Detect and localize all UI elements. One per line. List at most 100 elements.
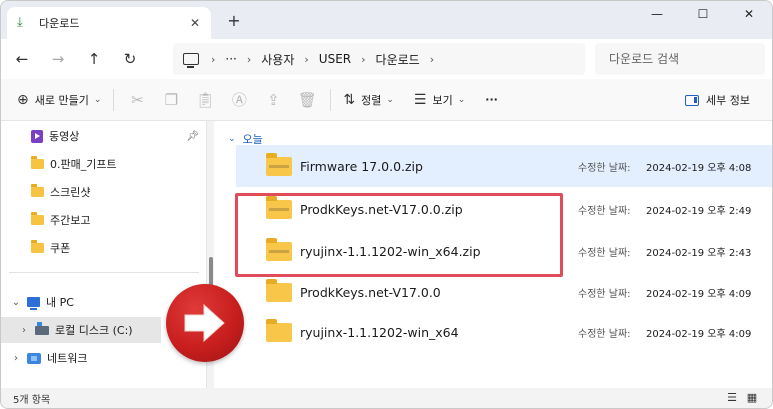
new-tab-button[interactable]: + — [223, 10, 245, 32]
breadcrumb-downloads[interactable]: 다운로드 — [376, 51, 420, 68]
chevron-down-icon: ⌄ — [457, 94, 466, 105]
plus-circle-icon: ⊕ — [17, 91, 29, 108]
tab-downloads[interactable]: ⤓ 다운로드 ✕ — [7, 7, 211, 39]
tab-label: 다운로드 — [39, 17, 80, 30]
back-button[interactable]: ← — [7, 44, 37, 74]
sidebar-item-local-disk[interactable]: › 로컬 디스크 (C:) — [1, 317, 161, 343]
modified-label: 수정한 날짜: — [578, 328, 631, 340]
sidebar-item-label: 네트워크 — [47, 352, 88, 365]
cut-icon[interactable]: ✂ — [120, 85, 154, 115]
chevron-right-icon: › — [304, 52, 309, 66]
folder-icon — [31, 240, 44, 253]
file-name: ProdkKeys.net-V17.0.0.zip — [300, 201, 463, 217]
sidebar-item-label: 동영상 — [49, 130, 80, 143]
sidebar-item-screenshots[interactable]: 스크린샷 — [1, 179, 201, 205]
modified-label: 수정한 날짜: — [578, 288, 631, 300]
navigation-bar: ← → ↑ ↻ › ··· › 사용자 › USER › 다운로드 › 다운로드… — [1, 39, 772, 79]
sidebar-item-label: 내 PC — [46, 296, 74, 309]
drive-icon — [35, 321, 49, 335]
file-row[interactable]: ryujinx-1.1.1202-win_x64.zip 수정한 날짜: 202… — [236, 230, 772, 272]
network-icon — [27, 352, 41, 364]
chevron-right-icon[interactable]: › — [9, 353, 23, 364]
search-input[interactable]: 다운로드 검색 — [595, 43, 765, 75]
up-button[interactable]: ↑ — [79, 44, 109, 74]
maximize-button[interactable]: ☐ — [680, 1, 726, 27]
pc-icon — [27, 297, 40, 310]
file-row[interactable]: ProdkKeys.net-V17.0.0.zip 수정한 날짜: 2024-0… — [236, 188, 772, 230]
paste-icon[interactable]: 📋︎ — [188, 85, 222, 115]
divider — [113, 88, 115, 111]
sidebar-item-label: 주간보고 — [50, 214, 91, 227]
file-name: ryujinx-1.1.1202-win_x64 — [300, 324, 459, 340]
refresh-button[interactable]: ↻ — [115, 44, 145, 74]
chevron-down-icon: ⌄ — [228, 134, 236, 144]
chevron-right-icon[interactable]: › — [17, 325, 31, 336]
sidebar-item-weekly-report[interactable]: 주간보고 — [1, 207, 201, 233]
file-name: Firmware 17.0.0.zip — [300, 158, 423, 174]
modified-label: 수정한 날짜: — [578, 205, 631, 217]
zip-folder-icon — [266, 152, 292, 176]
breadcrumb-user[interactable]: USER — [319, 52, 351, 66]
close-window-button[interactable]: ✕ — [726, 1, 772, 27]
new-button-label: 새로 만들기 — [34, 93, 89, 107]
chevron-down-icon: ⌄ — [93, 94, 102, 105]
explorer-window: ⤓ 다운로드 ✕ + — ☐ ✕ ← → ↑ ↻ › ··· › 사용자 › U… — [0, 0, 773, 409]
folder-icon — [266, 278, 292, 302]
folder-icon — [266, 318, 292, 342]
sort-icon: ⇅ — [343, 91, 356, 108]
tab-close-icon[interactable]: ✕ — [185, 13, 205, 33]
tiles-view-icon[interactable]: ▦ — [742, 391, 762, 405]
download-icon: ⤓ — [17, 15, 23, 30]
title-bar: ⤓ 다운로드 ✕ + — ☐ ✕ — [1, 1, 772, 39]
rename-icon[interactable]: Ⓐ — [222, 85, 256, 115]
breadcrumb-users[interactable]: 사용자 — [261, 51, 294, 68]
delete-icon[interactable]: 🗑︎ — [290, 85, 324, 115]
chevron-right-icon[interactable]: › — [430, 53, 434, 66]
breadcrumb-more[interactable]: ··· — [225, 52, 236, 66]
folder-icon — [31, 212, 44, 225]
divider — [9, 272, 199, 273]
new-button[interactable]: ⊕ 새로 만들기 ⌄ — [11, 85, 107, 115]
chevron-right-icon: › — [246, 52, 252, 66]
more-options-button[interactable]: ··· — [479, 85, 504, 115]
file-row[interactable]: Firmware 17.0.0.zip 수정한 날짜: 2024-02-19 오… — [236, 145, 772, 187]
chevron-right-icon: › — [211, 52, 216, 66]
chevron-right-icon: › — [361, 52, 366, 66]
pin-icon[interactable]: 📌︎ — [186, 131, 199, 142]
chevron-down-icon: ⌄ — [386, 94, 394, 105]
sidebar-item-videos[interactable]: 동영상 📌︎ — [1, 123, 201, 149]
file-list: ⌄ 오늘 Firmware 17.0.0.zip 수정한 날짜: 2024-02… — [214, 121, 772, 388]
arrow-badge — [166, 284, 244, 362]
video-icon — [31, 129, 43, 143]
view-button-label: 보기 — [432, 93, 453, 107]
address-bar[interactable]: › ··· › 사용자 › USER › 다운로드 › — [173, 43, 585, 75]
modified-date: 2024-02-19 오후 2:43 — [646, 247, 752, 259]
details-button[interactable]: 세부 정보 — [685, 85, 750, 115]
zip-folder-icon — [266, 195, 292, 219]
folder-icon — [31, 156, 44, 169]
folder-icon — [31, 184, 44, 197]
modified-date: 2024-02-19 오후 4:09 — [646, 288, 752, 300]
share-icon[interactable]: ⇪ — [256, 85, 290, 115]
sidebar-item-gift[interactable]: 0.판매_기프트 — [1, 151, 201, 177]
file-name: ryujinx-1.1.1202-win_x64.zip — [300, 243, 481, 259]
sidebar-item-label: 0.판매_기프트 — [50, 158, 117, 171]
sidebar-item-coupons[interactable]: 쿠폰 — [1, 235, 201, 261]
modified-date: 2024-02-19 오후 4:09 — [646, 328, 752, 340]
chevron-down-icon[interactable]: ⌄ — [9, 297, 23, 308]
copy-icon[interactable]: ❐ — [154, 85, 188, 115]
modified-label: 수정한 날짜: — [578, 247, 631, 259]
computer-icon — [183, 53, 199, 68]
details-view-icon[interactable]: ☰ — [722, 391, 742, 405]
forward-button[interactable]: → — [43, 44, 73, 74]
file-row[interactable]: ryujinx-1.1.1202-win_x64 수정한 날짜: 2024-02… — [236, 311, 772, 353]
sort-button[interactable]: ⇅ 정렬 ⌄ — [337, 85, 400, 115]
minimize-button[interactable]: — — [634, 1, 680, 27]
zip-folder-icon — [266, 237, 292, 261]
divider — [330, 88, 332, 111]
modified-label: 수정한 날짜: — [578, 162, 631, 174]
view-toggle: ☰ ▦ — [722, 391, 762, 405]
view-button[interactable]: ☰ 보기 ⌄ — [408, 85, 471, 115]
file-row[interactable]: ProdkKeys.net-V17.0.0 수정한 날짜: 2024-02-19… — [236, 271, 772, 313]
details-button-label: 세부 정보 — [706, 94, 750, 107]
